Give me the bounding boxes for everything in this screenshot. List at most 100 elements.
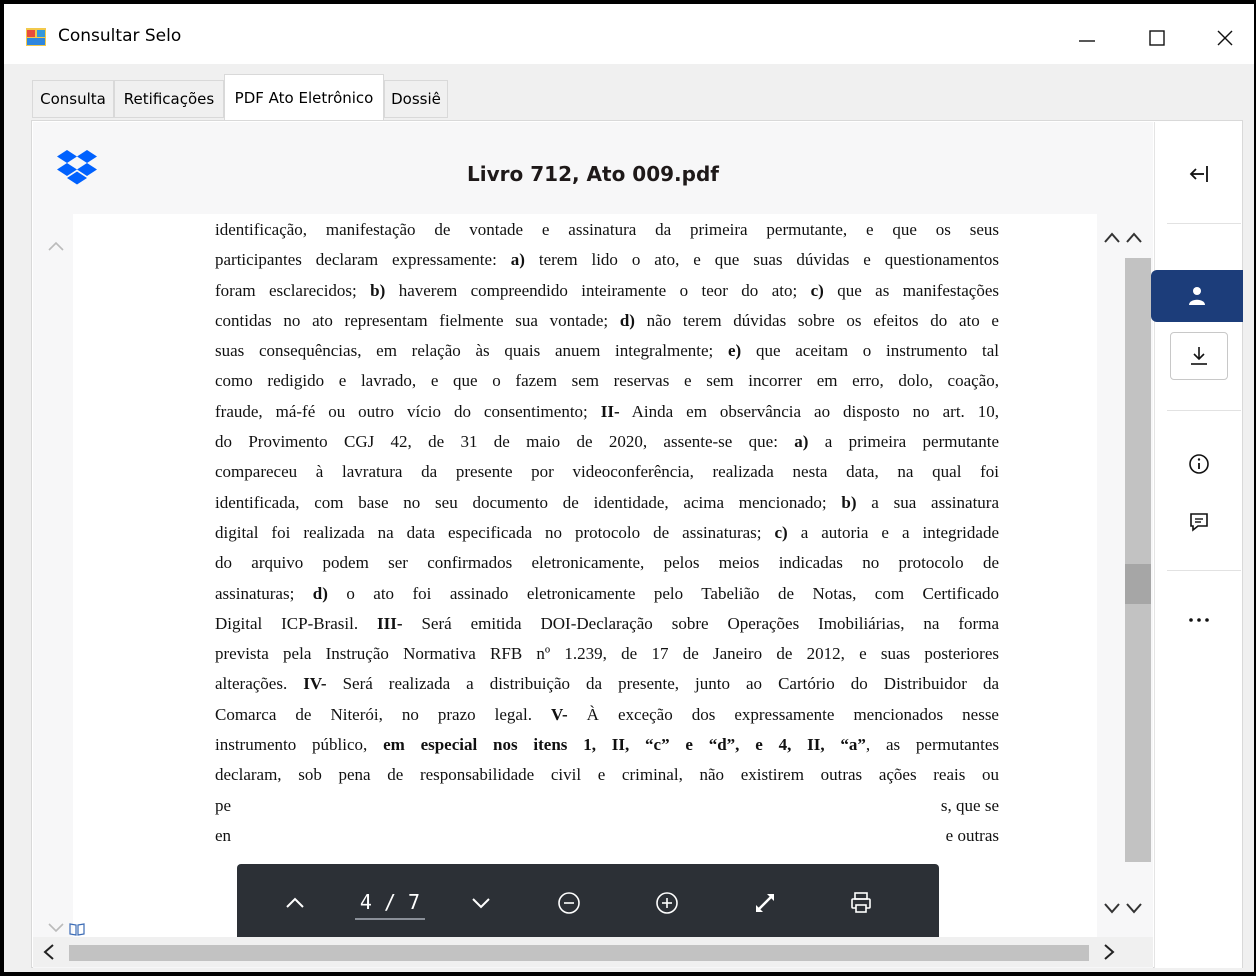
document-text-run: a autoria e a integridade (787, 522, 999, 542)
document-text-run: pe (215, 795, 232, 815)
scroll-left-chevron-icon[interactable] (41, 943, 57, 961)
app-window: Consultar Selo Consulta Retificações PDF… (4, 4, 1254, 972)
document-text-run: suas consequências, em relação às quais … (215, 341, 728, 361)
plus-circle-icon (656, 892, 678, 914)
zoom-in-button[interactable] (637, 864, 697, 942)
document-line: contidas no ato representam fielmente su… (215, 306, 999, 336)
chevron-down-icon[interactable] (47, 922, 65, 934)
window-title: Consultar Selo (58, 26, 182, 46)
tab-dossie[interactable]: Dossiê (384, 80, 448, 118)
vertical-scroll-thumb[interactable] (1125, 564, 1151, 604)
document-text-run: Será realizada a distribuição da present… (326, 674, 999, 694)
printer-icon (851, 892, 871, 913)
document-text-run: III- (377, 613, 403, 633)
maximize-icon (1149, 30, 1165, 46)
scroll-down-double-chevron-icon[interactable] (1101, 898, 1149, 918)
document-line: prevista pela Instrução Normativa RFB nº… (215, 639, 999, 669)
document-text-run: do Provimento CGJ 42, de 31 de maio de 2… (215, 432, 795, 452)
document-text-run: e) (727, 341, 742, 361)
document-text-run: À exceção dos expressamente mencionados … (567, 704, 999, 724)
tab-consulta[interactable]: Consulta (32, 80, 114, 118)
title-bar: Consultar Selo (4, 4, 1254, 64)
document-line: alterações. IV- Será realizada a distrib… (215, 669, 999, 699)
document-text-run: que as manifestações (823, 280, 999, 300)
download-button[interactable] (1155, 332, 1243, 380)
document-text-run: V- (550, 704, 568, 724)
document-line: instrumento público, em especial nos ite… (215, 730, 999, 760)
document-text-run: em especial nos itens 1, II, “c” e “d”, … (383, 735, 866, 755)
book-icon[interactable] (69, 922, 85, 936)
tab-pdf-ato-eletronico[interactable]: PDF Ato Eletrônico (224, 74, 384, 120)
fullscreen-button[interactable] (735, 864, 795, 942)
document-line: en e outras (215, 821, 999, 851)
document-title: Livro 712, Ato 009.pdf (467, 162, 719, 186)
close-icon (1217, 30, 1233, 46)
document-line: pe s, que se (215, 791, 999, 821)
info-button[interactable] (1155, 440, 1243, 488)
previous-page-button[interactable] (265, 864, 325, 942)
tab-label: PDF Ato Eletrônico (234, 88, 374, 107)
more-horizontal-icon (1189, 618, 1209, 622)
rail-divider (1167, 410, 1241, 411)
document-line: do arquivo podem ser confirmados eletron… (215, 548, 999, 578)
side-rail (1151, 122, 1243, 968)
document-text-run: en (215, 825, 232, 845)
document-text-run: prevista pela Instrução Normativa RFB nº… (215, 644, 999, 664)
vertical-scroll-track[interactable] (1125, 258, 1151, 862)
document-line: compareceu à lavratura da presente por v… (215, 457, 999, 487)
document-text-run: do arquivo podem ser confirmados eletron… (215, 553, 999, 573)
document-line: Digital ICP-Brasil. III- Será emitida DO… (215, 609, 999, 639)
horizontal-scrollbar[interactable] (33, 937, 1153, 967)
document-line: como redigido e lavrado, e que o fazem s… (215, 366, 999, 396)
page-number-input[interactable]: 4 / 7 (355, 886, 425, 920)
document-text-run: c) (810, 280, 824, 300)
more-options-button[interactable] (1155, 596, 1243, 644)
tab-retificacoes[interactable]: Retificações (114, 80, 224, 118)
minimize-button[interactable] (1064, 18, 1110, 58)
document-line: Comarca de Niterói, no prazo legal. V- À… (215, 700, 999, 730)
comments-button[interactable] (1155, 498, 1243, 546)
scroll-up-double-chevron-icon[interactable] (1101, 228, 1149, 248)
document-text-run: haverem compreendido inteiramente o teor… (385, 280, 811, 300)
document-text-run: Digital ICP-Brasil. (215, 613, 378, 633)
page-toolbar: 4 / 7 (237, 864, 939, 942)
document-text-run: terem lido o ato, e que suas dúvidas e q… (524, 250, 999, 270)
maximize-button[interactable] (1134, 18, 1180, 58)
document-text-run: participantes declaram expressamente: (215, 250, 511, 270)
document-text-run: alterações. (215, 674, 304, 694)
document-text-run: b) (841, 492, 857, 512)
document-line: identificação, manifestação de vontade e… (215, 215, 999, 245)
document-text-run: contidas no ato representam fielmente su… (215, 310, 620, 330)
document-line: identificada, com base no seu documento … (215, 488, 999, 518)
document-line: digital foi realizada na data especifica… (215, 518, 999, 548)
document-text-run: c) (774, 522, 788, 542)
document-text-run: não terem dúvidas sobre os efeitos do at… (634, 310, 999, 330)
expand-icon (756, 894, 774, 912)
chevron-up-icon[interactable] (47, 240, 65, 252)
next-page-button[interactable] (451, 864, 511, 942)
document-text-run: assinaturas; (215, 583, 313, 603)
document-text-run: b) (370, 280, 386, 300)
document-line: declaram, sob pena de responsabilidade c… (215, 760, 999, 790)
minus-circle-icon (558, 892, 580, 914)
download-button-frame (1170, 332, 1228, 380)
zoom-out-button[interactable] (539, 864, 599, 942)
vertical-scrollbar[interactable] (1097, 214, 1153, 938)
people-button[interactable] (1151, 270, 1243, 322)
pdf-page[interactable]: identificação, manifestação de vontade e… (73, 214, 1097, 938)
document-text-run: II- (600, 401, 620, 421)
tab-label: Dossiê (391, 90, 441, 108)
document-text-run: compareceu à lavratura da presente por v… (215, 462, 999, 482)
document-line: fraude, má-fé ou outro vício do consenti… (215, 397, 999, 427)
document-text-run: a) (794, 432, 809, 452)
scroll-right-chevron-icon[interactable] (1101, 943, 1117, 961)
collapse-panel-button[interactable] (1155, 150, 1243, 198)
close-button[interactable] (1202, 18, 1248, 58)
document-text-run: foram esclarecidos; (215, 280, 371, 300)
horizontal-scroll-track[interactable] (69, 945, 1089, 961)
document-text-run: instrumento público, (215, 735, 384, 755)
document-text-run: IV- (303, 674, 327, 694)
print-button[interactable] (831, 864, 891, 942)
person-icon (1189, 287, 1205, 305)
document-line: suas consequências, em relação às quais … (215, 336, 999, 366)
